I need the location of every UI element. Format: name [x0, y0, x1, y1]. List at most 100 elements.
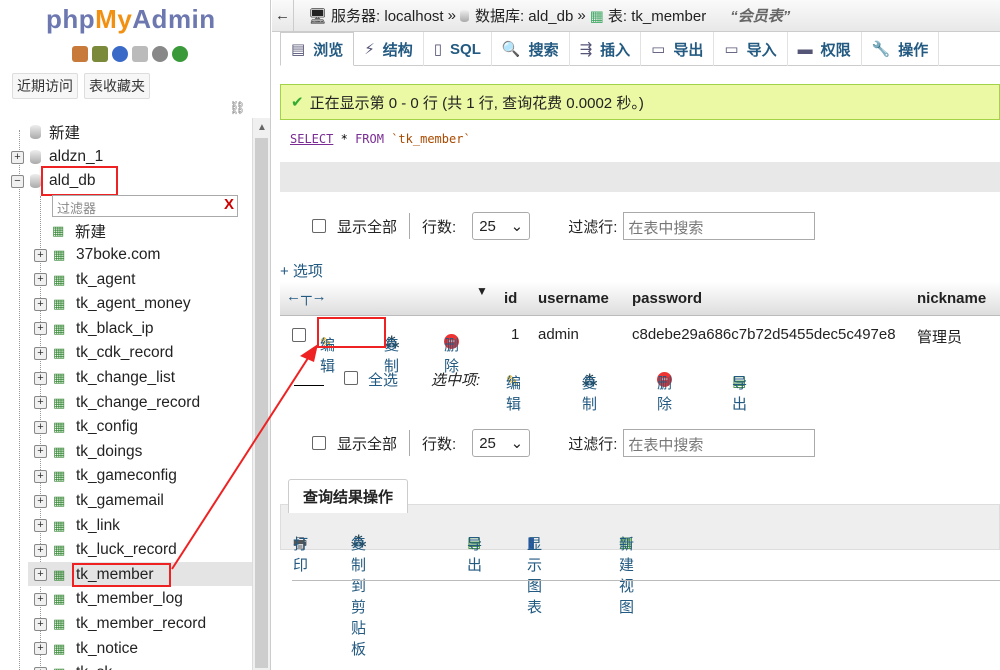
expand-icon[interactable]: + — [34, 592, 47, 606]
logout-icon[interactable] — [92, 46, 108, 62]
sort-triangle-icon[interactable]: ▼ — [476, 284, 488, 298]
show-all-label: 显示全部 — [337, 435, 398, 453]
expand-icon[interactable]: + — [11, 150, 24, 164]
expand-icon[interactable]: + — [34, 273, 47, 287]
tree-table-item[interactable]: + ▦ tk_link — [34, 514, 120, 538]
tab-export[interactable]: ▭ 导出 — [641, 32, 715, 66]
tree-table-item[interactable]: + ▦ tk_agent_money — [34, 292, 191, 316]
expand-icon[interactable]: + — [34, 248, 47, 262]
expand-icon[interactable]: + — [34, 346, 47, 360]
settings-icon[interactable] — [152, 46, 168, 62]
tree-table-item[interactable]: + ▦ tk_member_record — [34, 612, 206, 636]
collapse-icon[interactable]: − — [11, 174, 24, 188]
tree-table-item[interactable]: + ▦ tk_cdk_record — [34, 341, 173, 365]
print-label: 打印 — [293, 536, 309, 574]
sql-keyword[interactable]: SELECT — [290, 132, 333, 146]
highlight-box — [317, 317, 386, 348]
column-header[interactable]: username — [538, 290, 609, 307]
tab-privileges[interactable]: ▬ 权限 — [788, 32, 862, 66]
column-header[interactable]: password — [632, 290, 702, 307]
clear-filter-icon[interactable]: X — [224, 196, 234, 213]
expand-icon[interactable]: + — [34, 543, 47, 557]
database-icon — [30, 150, 41, 164]
options-link[interactable]: + 选项 — [280, 260, 323, 281]
docs-icon[interactable] — [132, 46, 148, 62]
expand-icon[interactable]: + — [34, 519, 47, 533]
tree-table-item[interactable]: + ▦ tk_member_log — [34, 587, 183, 611]
scroll-up-icon[interactable]: ▲ — [257, 122, 267, 133]
tab-structure[interactable]: ⚡ 结构 — [354, 32, 424, 66]
check-all-label[interactable]: 全选 — [368, 369, 398, 390]
table-icon: ▦ — [53, 345, 66, 361]
show-all-checkbox[interactable] — [312, 436, 326, 450]
expand-icon[interactable]: + — [34, 396, 47, 410]
breadcrumb-database[interactable]: 数据库: ald_db — [475, 5, 573, 26]
check-all-checkbox[interactable] — [344, 371, 358, 385]
filter-placeholder: 过滤器 — [57, 201, 97, 216]
tab-browse[interactable]: ▤ 浏览 — [280, 32, 355, 66]
show-all-checkbox[interactable] — [312, 219, 326, 233]
scroll-thumb[interactable] — [255, 138, 268, 668]
tree-table-item[interactable]: + ▦ tk_notice — [34, 637, 138, 661]
tree-table-item[interactable]: + ▦ tk_black_ip — [34, 317, 154, 341]
recent-tab[interactable]: 近期访问 — [12, 73, 78, 99]
tree-table-item[interactable]: + ▦ tk_config — [34, 415, 138, 439]
expand-icon[interactable]: + — [34, 420, 47, 434]
column-header[interactable]: id — [504, 290, 517, 307]
tree-table-item[interactable]: + ▦ tk_gameconfig — [34, 464, 177, 488]
reload-icon[interactable] — [172, 46, 188, 62]
table-icon: ▦ — [53, 542, 66, 558]
table-icon: ▦ — [53, 640, 66, 656]
home-icon[interactable] — [72, 46, 88, 62]
tree-new-db[interactable]: 新建 — [30, 120, 80, 144]
sql-query[interactable]: SELECT * FROM `tk_member` — [280, 120, 1000, 162]
tab-import[interactable]: ▭ 导入 — [714, 32, 788, 66]
expand-icon[interactable]: + — [34, 617, 47, 631]
chevron-down-icon: ⌄ — [510, 218, 524, 235]
tree-table-item[interactable]: +▦tk_sk... — [34, 661, 125, 670]
breadcrumb-sep: » — [447, 7, 456, 24]
row-checkbox[interactable] — [292, 328, 306, 342]
help-icon[interactable] — [112, 46, 128, 62]
tree-table-item[interactable]: + ▦ tk_gamemail — [34, 489, 164, 513]
filter-rows-input[interactable]: 在表中搜索 — [623, 212, 816, 240]
expand-icon[interactable]: + — [34, 297, 47, 311]
expand-icon[interactable]: + — [34, 371, 47, 385]
expand-icon[interactable]: + — [34, 642, 47, 656]
phpmyadmin-logo[interactable]: phpMyAdmin — [46, 4, 216, 35]
tab-sql[interactable]: ▯ SQL — [424, 32, 492, 66]
nav-scrollbar[interactable]: ▲ — [252, 118, 270, 670]
rows-value: 25 — [479, 217, 496, 235]
table-icon: ▦ — [53, 320, 66, 336]
tree-table-item[interactable]: + ▦ tk_luck_record — [34, 538, 177, 562]
tab-insert[interactable]: ⇶ 插入 — [570, 32, 642, 66]
expand-icon[interactable]: + — [34, 322, 47, 336]
tree-table-item[interactable]: + ▦ tk_doings — [34, 440, 142, 464]
tree-table-item[interactable]: + ▦ tk_change_record — [34, 391, 200, 415]
expand-icon[interactable]: + — [34, 469, 47, 483]
structure-icon: ⚡ — [364, 41, 375, 58]
rows-select[interactable]: 25 ⌄ — [472, 429, 531, 457]
tree-table-item[interactable]: + ▦ 37boke.com — [34, 243, 160, 267]
tab-search[interactable]: 🔍 搜索 — [492, 32, 570, 66]
collapse-nav-icon[interactable]: ← — [272, 0, 294, 32]
delete-label: 删除 — [657, 375, 673, 413]
column-arrows-icon[interactable]: ←┬→ — [286, 288, 327, 305]
expand-icon[interactable]: + — [34, 568, 47, 582]
tab-operations[interactable]: 🔧 操作 — [862, 32, 940, 66]
expand-icon[interactable]: + — [34, 445, 47, 459]
table-filter-input[interactable]: 过滤器 X — [52, 195, 238, 217]
tree-table-item[interactable]: + ▦ tk_agent — [34, 268, 135, 292]
server-icon: 🖥 — [308, 7, 328, 25]
breadcrumb-table[interactable]: 表: tk_member — [608, 5, 706, 26]
filter-rows-input[interactable]: 在表中搜索 — [623, 429, 816, 457]
rows-select[interactable]: 25 ⌄ — [472, 212, 531, 240]
tree-table-item[interactable]: + ▦ tk_change_list — [34, 366, 175, 390]
expand-icon[interactable]: + — [34, 494, 47, 508]
breadcrumb-server[interactable]: 服务器: localhost — [331, 5, 444, 26]
link-icon[interactable]: ⛓ — [229, 100, 246, 116]
favorites-tab[interactable]: 表收藏夹 — [84, 73, 150, 99]
tree-label: tk_black_ip — [76, 319, 154, 337]
column-header[interactable]: nickname — [917, 290, 986, 307]
tree-new-table[interactable]: ▦ 新建 — [52, 219, 106, 243]
